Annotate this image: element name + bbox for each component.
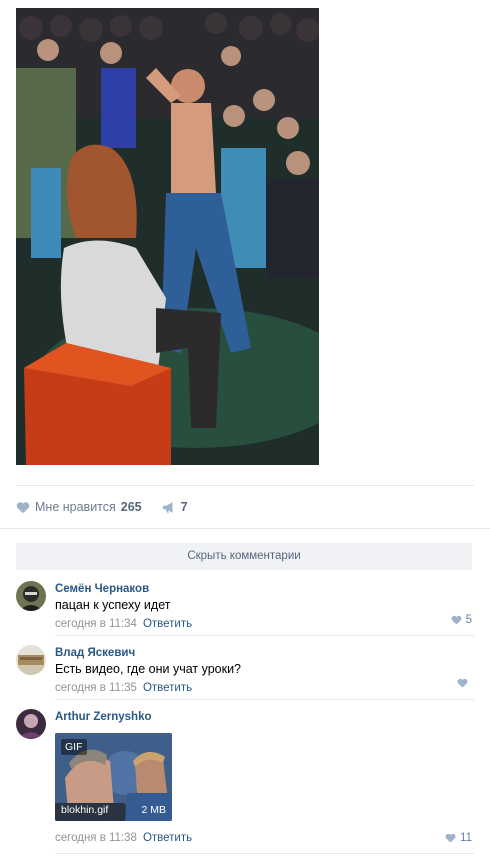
avatar-image (16, 709, 46, 739)
comment-meta: сегодня в 11:35 Ответить (55, 681, 474, 696)
reply-link[interactable]: Ответить (143, 618, 192, 630)
comment-text: пацан к успеху идет (55, 598, 171, 612)
post-actions: Мне нравится 265 7 (16, 497, 188, 517)
comment-separator (55, 699, 474, 700)
comment: Семён Чернаков пацан к успеху идет сегод… (16, 581, 474, 630)
like-label: Мне нравится (35, 500, 116, 514)
comment-time[interactable]: сегодня в 11:34 (55, 618, 137, 630)
like-count: 265 (120, 500, 142, 514)
divider (16, 485, 474, 486)
comment-like-count: 11 (460, 832, 472, 844)
post-photo[interactable] (16, 8, 319, 465)
comment: Arthur Zernyshko GIF blokhin.gif 2 MB се… (16, 709, 474, 849)
megaphone-icon (162, 501, 173, 513)
heart-icon (16, 501, 30, 513)
avatar[interactable] (16, 581, 46, 611)
gif-attachment[interactable]: GIF blokhin.gif 2 MB (55, 733, 172, 821)
heart-icon (451, 615, 462, 625)
comment-time[interactable]: сегодня в 11:35 (55, 682, 137, 694)
avatar-image (16, 645, 46, 675)
gif-size: 2 MB (141, 804, 166, 816)
gif-filename: blokhin.gif (61, 804, 109, 816)
heart-icon (445, 833, 456, 843)
comment-author[interactable]: Семён Чернаков (55, 582, 149, 596)
comment-author[interactable]: Влад Яскевич (55, 646, 135, 660)
comment-author[interactable]: Arthur Zernyshko (55, 710, 152, 724)
avatar[interactable] (16, 645, 46, 675)
avatar-image (16, 581, 46, 611)
gif-badge: GIF (61, 739, 87, 755)
photo-image (16, 8, 319, 465)
share-button[interactable]: 7 (162, 500, 188, 514)
heart-icon (457, 678, 468, 688)
share-count: 7 (180, 500, 188, 514)
comment: Влад Яскевич Есть видео, где они учат ур… (16, 645, 474, 694)
comment-like-button[interactable] (457, 678, 472, 688)
comment-like-button[interactable]: 11 (445, 832, 472, 844)
reply-link[interactable]: Ответить (143, 682, 192, 694)
comment-separator (55, 853, 474, 854)
comment-like-button[interactable]: 5 (451, 614, 472, 626)
comment-time[interactable]: сегодня в 11:38 (55, 832, 137, 844)
avatar[interactable] (16, 709, 46, 739)
like-button[interactable]: Мне нравится 265 (16, 500, 142, 514)
divider (0, 528, 490, 529)
comment-like-count: 5 (465, 614, 472, 626)
comment-separator (55, 635, 474, 636)
reply-link[interactable]: Ответить (143, 832, 192, 844)
hide-comments-button[interactable]: Скрыть комментарии (16, 543, 472, 570)
comment-text: Есть видео, где они учат уроки? (55, 662, 242, 676)
comment-meta: сегодня в 11:38 Ответить (55, 831, 474, 846)
comment-meta: сегодня в 11:34 Ответить (55, 617, 474, 632)
